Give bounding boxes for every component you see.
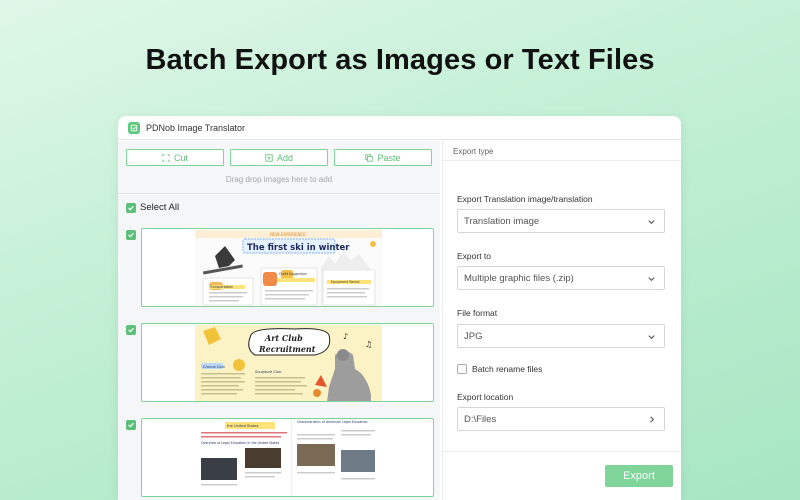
add-label: Add: [276, 152, 293, 163]
export-to-value: Multiple graphic files (.zip): [464, 272, 574, 284]
add-button[interactable]: Add: [230, 149, 328, 166]
ski-banner-text: NEW EXPERIENCE: [270, 232, 306, 237]
export-type-header: Export type: [443, 141, 681, 161]
export-to-select[interactable]: Multiple graphic files (.zip): [457, 266, 665, 290]
export-translation-value: Translation image: [464, 215, 540, 227]
chevron-down-icon: [648, 219, 655, 224]
paste-label: Paste: [377, 152, 401, 163]
drag-drop-hint: Drag drop images here to add: [225, 175, 333, 184]
art-club-title-1: Art Club: [264, 333, 303, 343]
export-translation-select[interactable]: Translation image: [457, 209, 665, 233]
equipment-label: Equipment Rental: [331, 280, 360, 284]
ski-title-text: The first ski in winter: [247, 243, 350, 253]
legal-education-image: the United States Overview of Legal Educ…: [195, 420, 382, 496]
export-translation-label: Export Translation image/translation: [457, 194, 593, 204]
file-format-value: JPG: [464, 330, 483, 342]
checkbox-unchecked-icon: [457, 364, 467, 374]
headline: Batch Export as Images or Text Files: [145, 44, 655, 76]
add-image-icon: [265, 153, 273, 162]
app-logo-icon: [128, 121, 140, 134]
batch-rename-label: Batch rename files: [472, 364, 543, 374]
outfit-label: Outfit Suggestion: [279, 272, 307, 276]
paste-button[interactable]: Paste: [334, 149, 432, 166]
file-format-label: File format: [457, 308, 498, 318]
legal-header-right: Characteristics of American Legal Educat…: [297, 420, 368, 424]
art-club-thumbnail: Art Club Recruitment ♪ ♫ Chorus Club Scu…: [195, 325, 382, 401]
checkbox-checked-icon: [126, 202, 136, 213]
image-checkbox[interactable]: [126, 325, 136, 335]
image-thumbnail-frame[interactable]: Art Club Recruitment ♪ ♫ Chorus Club Scu…: [141, 323, 434, 402]
art-club-poster-image: Art Club Recruitment ♪ ♫ Chorus Club Scu…: [195, 325, 382, 401]
legal-education-thumbnail: the United States Overview of Legal Educ…: [195, 420, 382, 496]
chevron-right-icon: [650, 415, 655, 423]
art-club-title-2: Recruitment: [258, 344, 316, 354]
chevron-down-icon: [648, 334, 655, 339]
title-bar: PDNob Image Translator: [118, 116, 681, 140]
divider: [443, 451, 681, 452]
toolbar: Cut Add Paste: [118, 141, 440, 166]
export-location-value: D:\Files: [464, 413, 497, 425]
select-all-checkbox[interactable]: Select All: [118, 202, 440, 213]
legal-overview-label: Overview of Legal Education in the Unite…: [201, 441, 280, 445]
svg-text:♪: ♪: [343, 332, 348, 341]
export-to-label: Export to: [457, 251, 492, 261]
export-location-picker[interactable]: D:\Files: [457, 407, 665, 431]
chevron-down-icon: [648, 276, 655, 281]
ski-poster-image: The first ski in winter NEW EXPERIENCE T…: [195, 230, 382, 306]
image-thumbnail-frame[interactable]: The first ski in winter NEW EXPERIENCE T…: [141, 228, 434, 307]
divider: [118, 193, 440, 194]
window-title: PDNob Image Translator: [146, 122, 246, 133]
image-list-panel: Cut Add Paste Drag drop images here to a…: [118, 141, 440, 500]
paste-icon: [365, 153, 374, 162]
export-settings-panel: Export type Export Translation image/tra…: [442, 141, 681, 500]
ski-poster-thumbnail: The first ski in winter NEW EXPERIENCE T…: [195, 230, 382, 306]
cut-icon: [162, 153, 170, 162]
export-location-label: Export location: [457, 392, 514, 402]
sculpture-label: Sculpture Club: [255, 370, 282, 374]
chorus-label: Chorus Club: [203, 365, 226, 369]
batch-rename-checkbox[interactable]: Batch rename files: [457, 364, 542, 374]
export-button[interactable]: Export: [605, 465, 673, 487]
svg-text:♫: ♫: [365, 340, 372, 349]
transportation-label: Transportation: [209, 285, 233, 289]
app-window: PDNob Image Translator Cut Add Paste Dra…: [118, 116, 681, 500]
image-checkbox[interactable]: [126, 420, 136, 430]
image-thumbnail-frame[interactable]: the United States Overview of Legal Educ…: [141, 418, 434, 497]
legal-header-left: the United States: [227, 424, 259, 428]
cut-label: Cut: [173, 152, 188, 163]
cut-button[interactable]: Cut: [126, 149, 224, 166]
select-all-label: Select All: [140, 202, 180, 213]
file-format-select[interactable]: JPG: [457, 324, 665, 348]
image-checkbox[interactable]: [126, 230, 136, 240]
